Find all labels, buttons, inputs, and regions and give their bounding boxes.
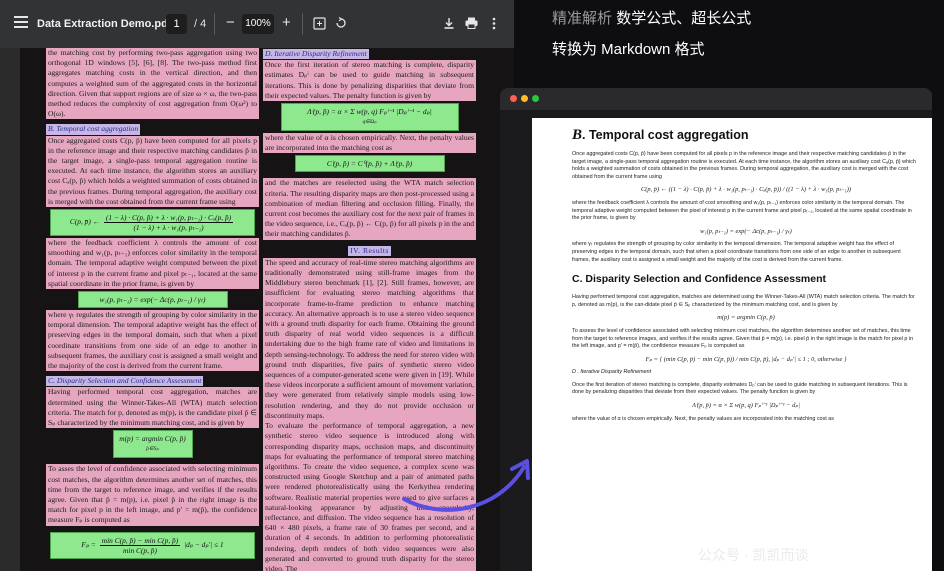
markdown-preview: B. Temporal cost aggregation Once aggreg…	[532, 118, 932, 571]
md-equation: Fₚ = { (min C(p, p̄) − min C(p, p̄)) / m…	[645, 355, 847, 363]
text-block[interactable]: where the value of α is chosen empirical…	[263, 133, 476, 154]
text-block[interactable]: and the matches are reselected using the…	[263, 178, 476, 240]
text-block[interactable]: To asses the level of confidence associa…	[46, 464, 259, 526]
page-total: / 4	[194, 18, 207, 30]
section-heading[interactable]: D. Iterative Disparity Refinement	[263, 49, 369, 60]
download-icon[interactable]	[441, 15, 457, 31]
rotate-icon[interactable]	[333, 15, 349, 31]
text-block[interactable]: The speed and accuracy of real-time ster…	[263, 257, 476, 422]
equation-block[interactable]: w₁(p, pₜ₋₁) = exp(− Δc(p, pₜ₋₁) / γₜ)	[77, 291, 228, 309]
more-icon[interactable]	[486, 15, 502, 31]
md-equation: w₁(p, pₜ₋₁) = exp(− Δc(p, pₜ₋₁) / γₜ)	[700, 227, 792, 235]
pdf-toolbar: Data Extraction Demo.pdf 1 / 4 − 100% +	[0, 0, 514, 48]
md-equation: m(p) = argmin C(p, p̄)	[717, 314, 775, 322]
close-icon[interactable]	[510, 95, 517, 102]
md-heading: B. Temporal cost aggregation	[572, 127, 749, 143]
md-paragraph: where γₜ regulates the strength of group…	[572, 241, 901, 263]
subheadline-caption: 转换为 Markdown 格式	[552, 41, 705, 58]
fit-page-icon[interactable]	[311, 15, 327, 31]
watermark: 公众号 · 凯凯而谈	[698, 547, 809, 563]
md-heading: C. Disparity Selection and Confidence As…	[572, 273, 827, 286]
md-equation: C(p, p̄) ← ((1 − λ) · C(p, p̄) + λ · w₁(…	[640, 186, 852, 194]
section-heading[interactable]: C. Disparity Selection and Confidence As…	[46, 376, 204, 387]
markdown-window: B. Temporal cost aggregation Once aggreg…	[500, 88, 932, 571]
minimize-icon[interactable]	[521, 95, 528, 102]
zoom-level[interactable]: 100%	[242, 14, 274, 34]
md-paragraph: where the value of α is chosen empirical…	[572, 415, 834, 422]
md-equation: Λⁱ(p, p̄) = α × Σ w(p, q) Fₚⁱ⁻¹ |Dₚⁱ⁻¹ −…	[692, 402, 800, 410]
toolbar-divider	[302, 13, 303, 35]
md-paragraph: Once the first iteration of stereo match…	[572, 381, 908, 396]
text-block[interactable]: Having performed temporal cost aggregati…	[46, 387, 259, 429]
md-subheading: D . Iterative Disparity Refinement	[572, 369, 652, 376]
toolbar-divider	[214, 13, 215, 35]
text-block[interactable]: the matching cost by performing two-pass…	[46, 48, 259, 120]
equation-block[interactable]: C(p, p̄) ← (1 − λ) · C(p, p̄) + λ · w₁(p…	[50, 209, 255, 237]
pdf-left-column: the matching cost by performing two-pass…	[46, 48, 259, 561]
zoom-out-button[interactable]: −	[226, 15, 235, 30]
headline-caption: 精准解析 数学公式、超长公式	[552, 10, 752, 27]
zoom-in-button[interactable]: +	[282, 15, 291, 30]
document-title: Data Extraction Demo.pdf	[37, 18, 172, 30]
text-block[interactable]: where the feedback coefficient λ control…	[46, 238, 259, 290]
screenshot-root: Data Extraction Demo.pdf 1 / 4 − 100% +	[0, 0, 944, 571]
md-paragraph: Having performed temporal cost aggregati…	[572, 294, 915, 308]
curved-arrow-icon	[402, 459, 530, 512]
equation-block[interactable]: Λⁱ(p, p̄) = α × Σ w(p, q) Fₚⁱ⁻¹ |Dₚⁱ⁻¹ −…	[280, 103, 459, 132]
page-number-input[interactable]: 1	[166, 14, 187, 34]
section-heading[interactable]: IV. Results	[348, 245, 391, 256]
text-block[interactable]: where γₜ regulates the strength of group…	[46, 310, 259, 372]
md-paragraph: Once aggregated costs C(p, p̄) have been…	[572, 151, 916, 180]
menu-icon[interactable]	[14, 16, 28, 28]
equation-block[interactable]: Cⁱ(p, p̄) = C⁰(p, p̄) + Λⁱ(p, p̄)	[294, 155, 445, 173]
window-titlebar	[500, 88, 932, 110]
maximize-icon[interactable]	[532, 95, 539, 102]
text-block[interactable]: Once the first iteration of stereo match…	[263, 60, 476, 102]
text-block[interactable]: Once aggregated costs C(p, p̄) have been…	[46, 135, 259, 208]
section-heading[interactable]: B. Temporal cost aggregation	[46, 124, 141, 135]
equation-block[interactable]: Fₚ = min C(p, p̄) − min C(p, p̄) min C(p,…	[50, 531, 255, 559]
print-icon[interactable]	[463, 15, 479, 31]
md-paragraph: where the feedback coefficient λ control…	[572, 199, 912, 222]
md-paragraph: To assess the level of confidence associ…	[572, 327, 914, 350]
equation-block[interactable]: m(p) = argmin C(p, p̄) p̄∈Sₚ	[112, 430, 193, 459]
